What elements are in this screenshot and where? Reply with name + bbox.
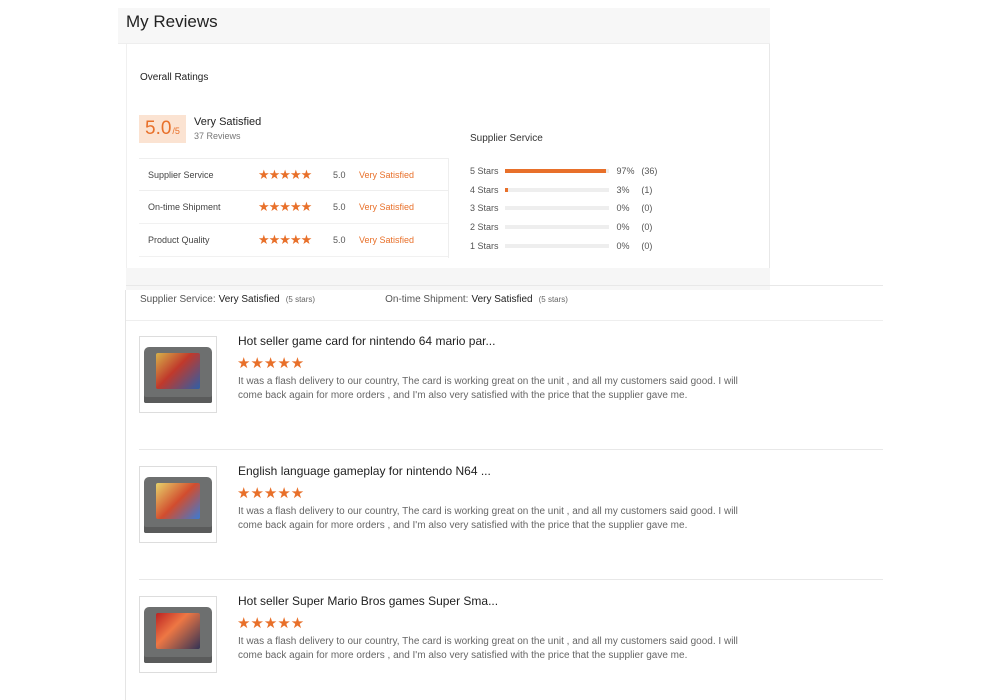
review-item: English language gameplay for nintendo N…: [139, 450, 883, 580]
distribution-row: 3 Stars 0% (0): [470, 199, 670, 218]
distribution-heading: Supplier Service: [470, 133, 543, 144]
review-item: Hot seller game card for nintendo 64 mar…: [139, 320, 883, 450]
distribution-bar-fill: [505, 187, 509, 192]
review-text: It was a flash delivery to our country, …: [238, 376, 738, 401]
star-rating-icon: ★★★★★: [237, 485, 305, 502]
review-count: 37 Reviews: [194, 131, 241, 141]
distribution-count: (0): [641, 222, 653, 233]
distribution-label: 3 Stars: [470, 203, 499, 214]
product-thumbnail[interactable]: [139, 596, 217, 673]
overall-score-text: Very Satisfied: [194, 116, 262, 128]
product-thumbnail[interactable]: [139, 336, 217, 413]
distribution-bar: [505, 243, 610, 248]
overall-score-denominator: /5: [172, 126, 180, 136]
review-text: It was a flash delivery to our country, …: [238, 506, 738, 531]
panel-divider: [126, 268, 770, 290]
star-rating-icon: ★★★★★: [237, 355, 305, 372]
star-rating-icon: ★★★★★: [237, 615, 305, 632]
divider: [125, 290, 126, 700]
rating-row-on-time-shipment: On-time Shipment ★★★★★ 5.0 Very Satisfie…: [139, 191, 448, 224]
summary-supplier-label: Supplier Service:: [140, 294, 216, 305]
review-item: Hot seller Super Mario Bros games Super …: [139, 580, 883, 700]
summary-shipment-label: On-time Shipment:: [385, 294, 469, 305]
distribution-bar: [505, 206, 610, 211]
distribution-bar: [505, 187, 610, 192]
overall-score-badge: 5.0 /5: [139, 115, 186, 143]
rating-description: Very Satisfied: [359, 169, 415, 180]
review-product-title[interactable]: Hot seller Super Mario Bros games Super …: [238, 594, 498, 608]
rating-value: 5.0: [333, 169, 346, 180]
distribution-bar: [505, 169, 610, 174]
rating-value: 5.0: [333, 202, 346, 212]
review-text: It was a flash delivery to our country, …: [238, 636, 738, 661]
review-summary: Supplier Service: Very Satisfied (5 star…: [140, 294, 568, 305]
game-cartridge-image: [144, 606, 212, 663]
distribution-row: 1 Stars 0% (0): [470, 236, 670, 255]
distribution-label: 1 Stars: [470, 240, 499, 251]
overall-score: 5.0: [145, 118, 172, 139]
star-rating-icon: ★★★★★: [258, 166, 312, 182]
rating-description: Very Satisfied: [359, 235, 415, 245]
overall-ratings-heading: Overall Ratings: [140, 72, 209, 83]
game-cartridge-image: [144, 476, 212, 533]
rating-row-product-quality: Product Quality ★★★★★ 5.0 Very Satisfied: [139, 224, 448, 257]
rating-label: Product Quality: [148, 235, 210, 245]
distribution-count: (36): [641, 166, 658, 177]
rating-label: On-time Shipment: [148, 202, 221, 212]
distribution-bar-fill: [505, 169, 607, 174]
star-distribution: 5 Stars 97% (36) 4 Stars 3% (1) 3 Stars …: [470, 162, 670, 255]
rating-description: Very Satisfied: [359, 202, 415, 212]
distribution-label: 5 Stars: [470, 166, 499, 177]
distribution-percent: 97%: [616, 166, 635, 177]
vertical-divider: [448, 158, 449, 258]
distribution-percent: 3%: [616, 184, 630, 195]
distribution-row: 5 Stars 97% (36): [470, 162, 670, 181]
star-rating-icon: ★★★★★: [258, 199, 312, 214]
distribution-label: 2 Stars: [470, 222, 499, 233]
star-rating-icon: ★★★★★: [258, 232, 312, 247]
rating-row-supplier-service: Supplier Service ★★★★★ 5.0 Very Satisfie…: [139, 158, 448, 191]
rating-label: Supplier Service: [148, 169, 214, 180]
summary-supplier-count: (5 stars): [285, 295, 316, 304]
distribution-count: (0): [641, 240, 653, 251]
rating-value: 5.0: [333, 235, 346, 245]
summary-shipment-count: (5 stars): [538, 295, 568, 304]
divider: [126, 285, 883, 286]
rating-breakdown-table: Supplier Service ★★★★★ 5.0 Very Satisfie…: [139, 158, 448, 257]
game-cartridge-image: [144, 346, 212, 403]
product-thumbnail[interactable]: [139, 466, 217, 543]
page-title: My Reviews: [118, 8, 770, 44]
distribution-percent: 0%: [616, 203, 630, 214]
distribution-label: 4 Stars: [470, 184, 499, 195]
review-product-title[interactable]: Hot seller game card for nintendo 64 mar…: [238, 334, 495, 348]
distribution-bar: [505, 225, 610, 230]
distribution-percent: 0%: [616, 222, 630, 233]
summary-shipment-value: Very Satisfied: [471, 294, 533, 305]
distribution-row: 4 Stars 3% (1): [470, 181, 670, 200]
distribution-row: 2 Stars 0% (0): [470, 218, 670, 237]
summary-supplier-value: Very Satisfied: [218, 294, 280, 305]
distribution-percent: 0%: [616, 240, 630, 251]
review-product-title[interactable]: English language gameplay for nintendo N…: [238, 464, 491, 478]
distribution-count: (1): [641, 184, 653, 195]
distribution-count: (0): [641, 203, 653, 214]
